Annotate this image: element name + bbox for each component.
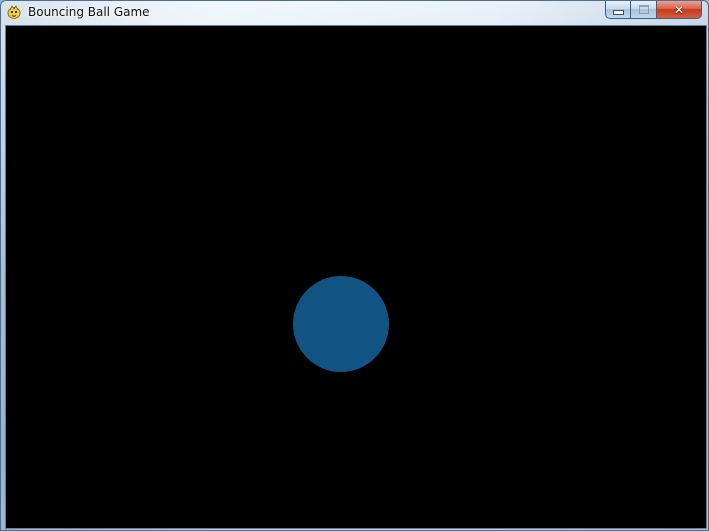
window-controls: ✕	[605, 1, 702, 19]
window-title: Bouncing Ball Game	[28, 5, 150, 19]
minimize-icon	[612, 10, 624, 15]
minimize-button[interactable]	[605, 1, 631, 19]
close-button[interactable]: ✕	[657, 1, 702, 19]
ball	[293, 276, 389, 372]
maximize-icon	[638, 5, 649, 14]
pygame-snake-icon[interactable]	[6, 4, 22, 20]
app-window: Bouncing Ball Game ✕	[0, 0, 709, 531]
maximize-button[interactable]	[631, 1, 657, 19]
close-icon: ✕	[673, 2, 685, 17]
game-canvas[interactable]	[5, 25, 707, 529]
title-bar[interactable]: Bouncing Ball Game ✕	[1, 1, 708, 25]
